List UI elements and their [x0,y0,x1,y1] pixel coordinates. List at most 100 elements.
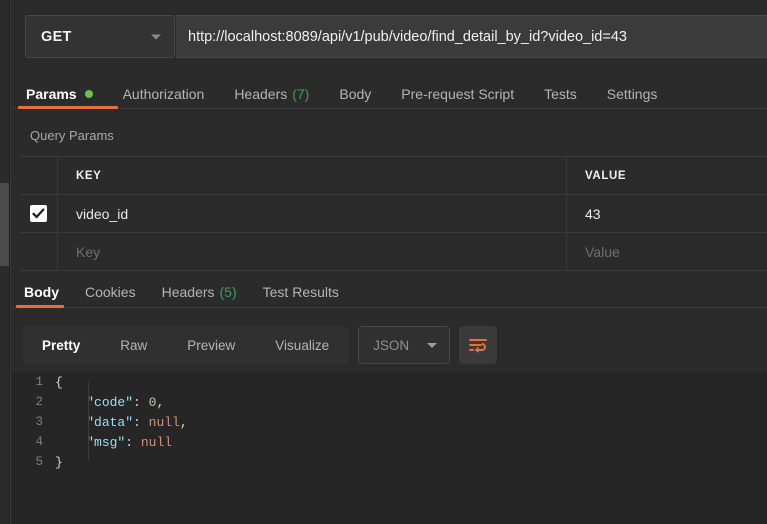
code-line: 5} [11,452,767,472]
json-key: "data" [86,414,134,430]
json-value: null [148,414,180,430]
line-number: 1 [35,375,43,389]
line-number: 4 [35,435,43,449]
table-header-row: KEY VALUE [20,157,767,195]
table-row[interactable]: video_id 43 [20,195,767,233]
view-mode-preview[interactable]: Preview [167,326,255,364]
json-brace: { [55,374,63,390]
response-tab-label: Body [24,284,59,300]
wrap-text-icon [469,339,488,353]
header-cell-key: KEY [58,157,567,194]
response-tabs-separator [11,307,767,308]
header-cell-value: VALUE [567,157,767,194]
json-key: "msg" [86,434,126,450]
param-key-placeholder: Key [76,243,101,260]
header-cell-checkbox [20,157,58,194]
json-separator: : [133,414,149,430]
view-mode-label: Pretty [42,337,81,353]
view-mode-label: Raw [120,337,148,353]
response-tabs: Body Cookies Headers (5) Test Results [11,275,767,309]
request-tabs-separator [11,108,767,109]
response-tab-test-results[interactable]: Test Results [250,275,352,309]
active-response-tab-indicator [16,305,64,308]
response-tab-label: Test Results [262,284,339,300]
request-tabs: Params Authorization Headers (7) Body Pre-req… [11,76,767,112]
request-tab-count: (7) [292,86,310,102]
param-key-cell[interactable]: video_id [58,195,567,232]
check-icon [32,208,45,219]
line-number: 2 [35,395,43,409]
json-separator: : [125,434,141,450]
param-value-cell[interactable]: 43 [567,195,767,232]
response-tab-cookies[interactable]: Cookies [72,275,149,309]
request-tab-authorization[interactable]: Authorization [108,76,220,112]
request-tab-tests[interactable]: Tests [529,76,592,112]
param-value-placeholder: Value [585,243,620,260]
url-input-value: http://localhost:8089/api/v1/pub/video/f… [188,28,627,45]
response-body-editor[interactable]: 1{2 "code": 0, 3 "data": null, 4 "msg": nu… [11,372,767,524]
response-tab-headers[interactable]: Headers (5) [149,275,250,309]
body-format-select[interactable]: JSON [358,326,451,364]
request-tab-label: Authorization [122,86,205,102]
request-tab-settings[interactable]: Settings [592,76,673,112]
wrap-lines-button[interactable] [459,326,498,364]
request-tab-body[interactable]: Body [324,76,386,112]
column-header-key: KEY [76,169,102,182]
request-tab-label: Headers [234,86,288,102]
view-mode-label: Preview [187,337,236,353]
response-tab-body[interactable]: Body [11,275,72,309]
http-method-label: GET [41,28,72,45]
json-separator: : [133,394,149,410]
indent-guide [88,382,89,460]
line-number: 3 [35,415,43,429]
query-params-title: Query Params [30,128,114,143]
url-input[interactable]: http://localhost:8089/api/v1/pub/video/f… [176,15,767,58]
response-tab-count: (5) [219,284,237,300]
row-enable-cell [20,233,58,270]
request-url-bar: GET http://localhost:8089/api/v1/pub/vid… [11,0,767,72]
request-tab-pre-request-script[interactable]: Pre-request Script [386,76,529,112]
view-mode-pretty[interactable]: Pretty [22,326,100,364]
param-key-value: video_id [76,205,129,222]
view-mode-label: Visualize [275,337,330,353]
table-row[interactable]: Key Value [20,233,767,271]
request-tab-label: Params [26,86,77,102]
http-method-select[interactable]: GET [25,15,175,58]
json-brace: } [55,454,63,470]
param-value-cell[interactable]: Value [567,233,767,270]
code-content: } [55,455,63,470]
json-value: null [140,434,173,450]
request-tab-label: Pre-request Script [401,86,515,102]
view-mode-switcher: Pretty Raw Preview Visualize [22,326,350,364]
view-mode-raw[interactable]: Raw [100,326,167,364]
query-params-table: KEY VALUE video_id 43 Key Value [20,156,767,271]
view-mode-visualize[interactable]: Visualize [255,326,349,364]
body-format-label: JSON [373,337,410,353]
line-number: 5 [35,455,43,469]
param-value-value: 43 [585,205,601,222]
code-content: { [55,375,63,390]
request-tab-label: Body [339,86,372,102]
code-content: "msg": null [55,435,172,450]
json-key: "code" [86,394,134,410]
column-header-value: VALUE [585,169,627,182]
code-line: 2 "code": 0, [11,392,767,412]
response-format-toolbar: Pretty Raw Preview Visualize JSON [22,326,498,364]
chevron-down-icon [151,34,161,39]
request-tab-headers[interactable]: Headers (7) [219,76,324,112]
active-request-tab-indicator [18,106,118,109]
vertical-scrollbar-thumb[interactable] [0,183,9,266]
json-comma: , [156,394,165,410]
code-line: 1{ [11,372,767,392]
row-enable-cell [20,195,58,232]
row-checkbox-checked[interactable] [30,205,47,222]
response-tab-label: Cookies [85,284,136,300]
postman-request-response-pane: GET http://localhost:8089/api/v1/pub/vid… [0,0,767,524]
code-content: "code": 0, [55,395,164,410]
request-tab-label: Tests [544,86,577,102]
chevron-down-icon [427,342,438,348]
params-modified-dot-icon [84,90,93,98]
param-key-cell[interactable]: Key [58,233,567,270]
code-line: 3 "data": null, [11,412,767,432]
request-tab-label: Settings [606,86,658,102]
